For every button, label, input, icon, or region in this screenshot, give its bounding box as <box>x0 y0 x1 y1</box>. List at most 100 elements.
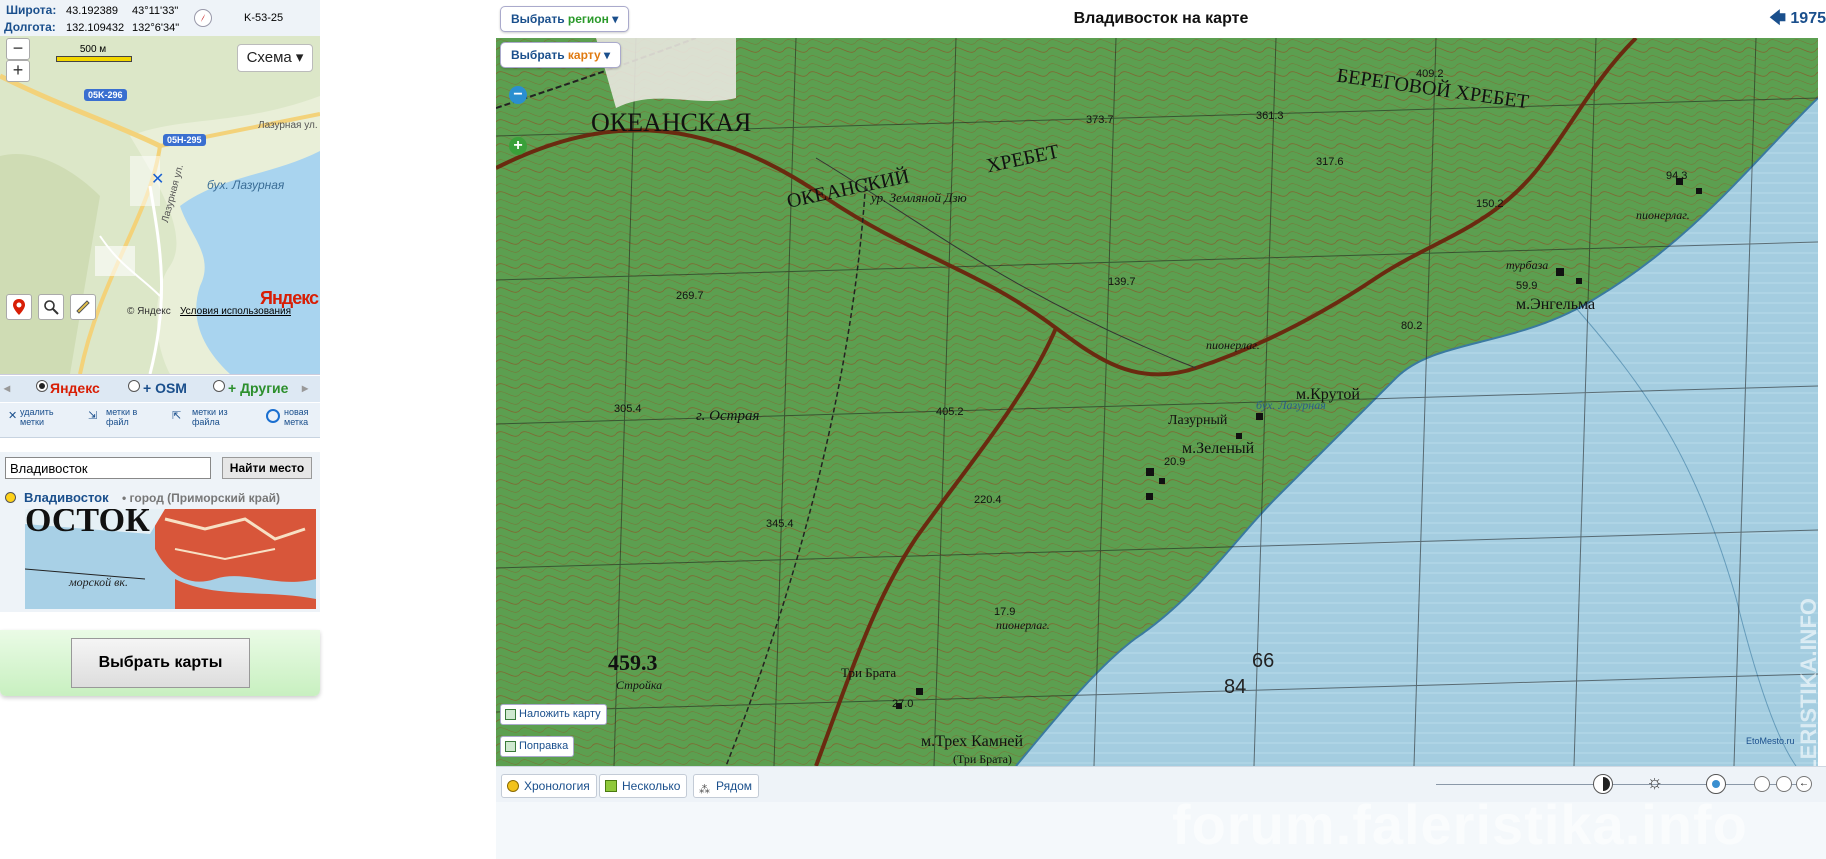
elevation-label: 139.7 <box>1108 276 1136 288</box>
road-label: 05K-296 <box>84 89 127 101</box>
chevron-down-icon: ▾ <box>612 12 619 26</box>
map-label: г. Острая <box>696 408 760 424</box>
opacity-icon[interactable] <box>1754 776 1770 792</box>
overlay-map-button[interactable]: Наложить карту <box>500 704 607 725</box>
right-arrow-icon[interactable]: ▸ <box>302 381 308 395</box>
elevation-label: 409.2 <box>1416 68 1444 80</box>
scale-bar <box>56 56 132 62</box>
footer-area: forum.faleristika.info <box>496 793 1826 859</box>
result-thumbnail[interactable]: ОСТОК морской вк. <box>25 509 316 609</box>
map-header: Владивосток на карте Выбрать регион ▾ 🡄 … <box>496 0 1826 38</box>
copyright-text: © Яндекс <box>127 306 171 317</box>
watermark-vertical: FALERISTIKA.INFO <box>1796 598 1818 766</box>
page-title: Владивосток на карте <box>1073 10 1249 27</box>
left-arrow-icon[interactable]: ◂ <box>4 381 10 395</box>
map-label: ур. Земляной Дзю <box>871 190 967 205</box>
provider-label[interactable]: + OSM <box>143 380 187 396</box>
magnifier-icon[interactable] <box>38 294 64 320</box>
svg-text:морской вк.: морской вк. <box>68 575 128 589</box>
nearby-icon: ⁂ <box>699 784 710 796</box>
svg-text:ОСТОК: ОСТОК <box>25 509 150 539</box>
chevron-down-icon: ▾ <box>295 49 304 66</box>
elevation-label: 305.4 <box>614 403 642 415</box>
road-label: 05H-295 <box>163 134 206 146</box>
map-label: ОКЕАНСКАЯ <box>591 108 752 137</box>
map-label: пионерлаг. <box>1206 338 1260 352</box>
find-place-button[interactable]: Найти место <box>222 457 312 479</box>
map-label: пионерлаг. <box>1636 208 1690 222</box>
mini-zoom-out-button[interactable]: − <box>6 38 30 60</box>
choose-maps-button[interactable]: Выбрать карты <box>71 638 250 688</box>
select-region-button[interactable]: Выбрать регион ▾ <box>500 6 630 32</box>
arrow-left-icon: 🡄 <box>1769 10 1786 27</box>
radio-other[interactable] <box>213 380 225 392</box>
overlay-icon <box>505 709 516 720</box>
map-label: Лазурный <box>1168 413 1228 428</box>
reset-icon[interactable] <box>1776 776 1792 792</box>
map-provider-selector: ◂ Яндекс + OSM + Другие ▸ <box>0 376 320 402</box>
terms-link[interactable]: Условия использования <box>180 306 291 317</box>
color-icon[interactable] <box>1706 774 1726 794</box>
layer-select-label: Схема <box>246 49 292 66</box>
brightness-icon[interactable]: ☼ <box>1646 773 1663 792</box>
radio-yandex[interactable] <box>36 380 48 392</box>
watermark: forum.faleristika.info <box>1172 793 1748 856</box>
latitude-label: Широта: <box>6 3 57 17</box>
nearby-button[interactable]: ⁂ Рядом <box>693 774 760 798</box>
mini-map[interactable]: − + 500 м Схема ▾ 05K-296 05H-295 Лазурн… <box>0 36 320 375</box>
elevation-label: 20.9 <box>1164 456 1186 468</box>
select-region-label: Выбрать <box>511 12 568 26</box>
map-zoom-in-button[interactable]: + <box>509 137 527 155</box>
map-label: м.Зеленый <box>1182 440 1255 457</box>
map-label: Стройка <box>616 678 663 692</box>
placemark-icon[interactable] <box>6 294 32 320</box>
coordinates-bar: Широта: 43.192389 43°11'33" Долгота: 132… <box>0 0 320 37</box>
map-label: турбаза <box>1506 258 1549 272</box>
correction-button[interactable]: Поправка <box>500 736 575 757</box>
close-icon: ✕ <box>8 410 18 422</box>
select-map-button[interactable]: Выбрать карту ▾ <box>500 42 621 68</box>
back-icon[interactable]: ← <box>1796 776 1812 792</box>
correction-icon <box>505 741 516 752</box>
search-input[interactable] <box>5 457 211 479</box>
elevation-label: 269.7 <box>676 290 704 302</box>
layers-icon <box>605 780 617 792</box>
contrast-icon[interactable] <box>1593 774 1613 794</box>
topographic-map[interactable]: − + Выбрать карту ▾ ОКЕАНСКАЯ ОКЕАНСКИЙ … <box>496 38 1818 766</box>
map-label: пионерлаг. <box>996 618 1050 632</box>
radio-osm[interactable] <box>128 380 140 392</box>
select-map-word: карту <box>567 48 601 62</box>
select-region-word: регион <box>567 12 609 26</box>
latitude-dms: 43°11'33" <box>132 5 179 17</box>
delete-marks-button[interactable]: ✕ удалить метки <box>8 407 54 427</box>
chronology-button[interactable]: Хронология <box>501 774 597 798</box>
elevation-label: 80.2 <box>1401 320 1423 332</box>
ruler-icon[interactable] <box>70 294 96 320</box>
select-map-label: Выбрать <box>511 48 568 62</box>
several-button[interactable]: Несколько <box>599 774 688 798</box>
bay-label: бух. Лазурная <box>207 178 285 192</box>
mini-zoom-in-button[interactable]: + <box>6 60 30 82</box>
compass-icon[interactable] <box>194 9 212 27</box>
longitude-decimal: 132.109432 <box>66 22 125 34</box>
provider-label[interactable]: + Другие <box>228 380 288 396</box>
elevation-label: 17.9 <box>994 606 1016 618</box>
layer-select-button[interactable]: Схема ▾ <box>237 44 313 72</box>
result-marker-icon <box>5 492 16 503</box>
new-mark-button[interactable]: новая метка <box>266 407 309 427</box>
provider-label[interactable]: Яндекс <box>50 380 100 396</box>
marks-from-file-button[interactable]: ⇱ метки из файла <box>172 407 228 427</box>
map-sheet-code: K-53-25 <box>244 12 284 24</box>
elevation-label: 373.7 <box>1086 114 1114 126</box>
map-zoom-out-button[interactable]: − <box>509 86 527 104</box>
result-name[interactable]: Владивосток <box>24 490 109 505</box>
export-icon: ⇲ <box>88 410 98 422</box>
map-credit[interactable]: EtoMesto.ru <box>1746 736 1795 746</box>
elevation-label: 27.0 <box>892 698 914 710</box>
longitude-dms: 132°6'34" <box>132 22 180 34</box>
import-icon: ⇱ <box>172 410 182 422</box>
map-label: (Три Брата) <box>953 752 1012 766</box>
search-panel: Найти место Владивосток • город (Приморс… <box>0 452 320 612</box>
marks-to-file-button[interactable]: ⇲ метки в файл <box>88 407 137 427</box>
year-nav[interactable]: 🡄 1975 <box>1769 0 1826 38</box>
